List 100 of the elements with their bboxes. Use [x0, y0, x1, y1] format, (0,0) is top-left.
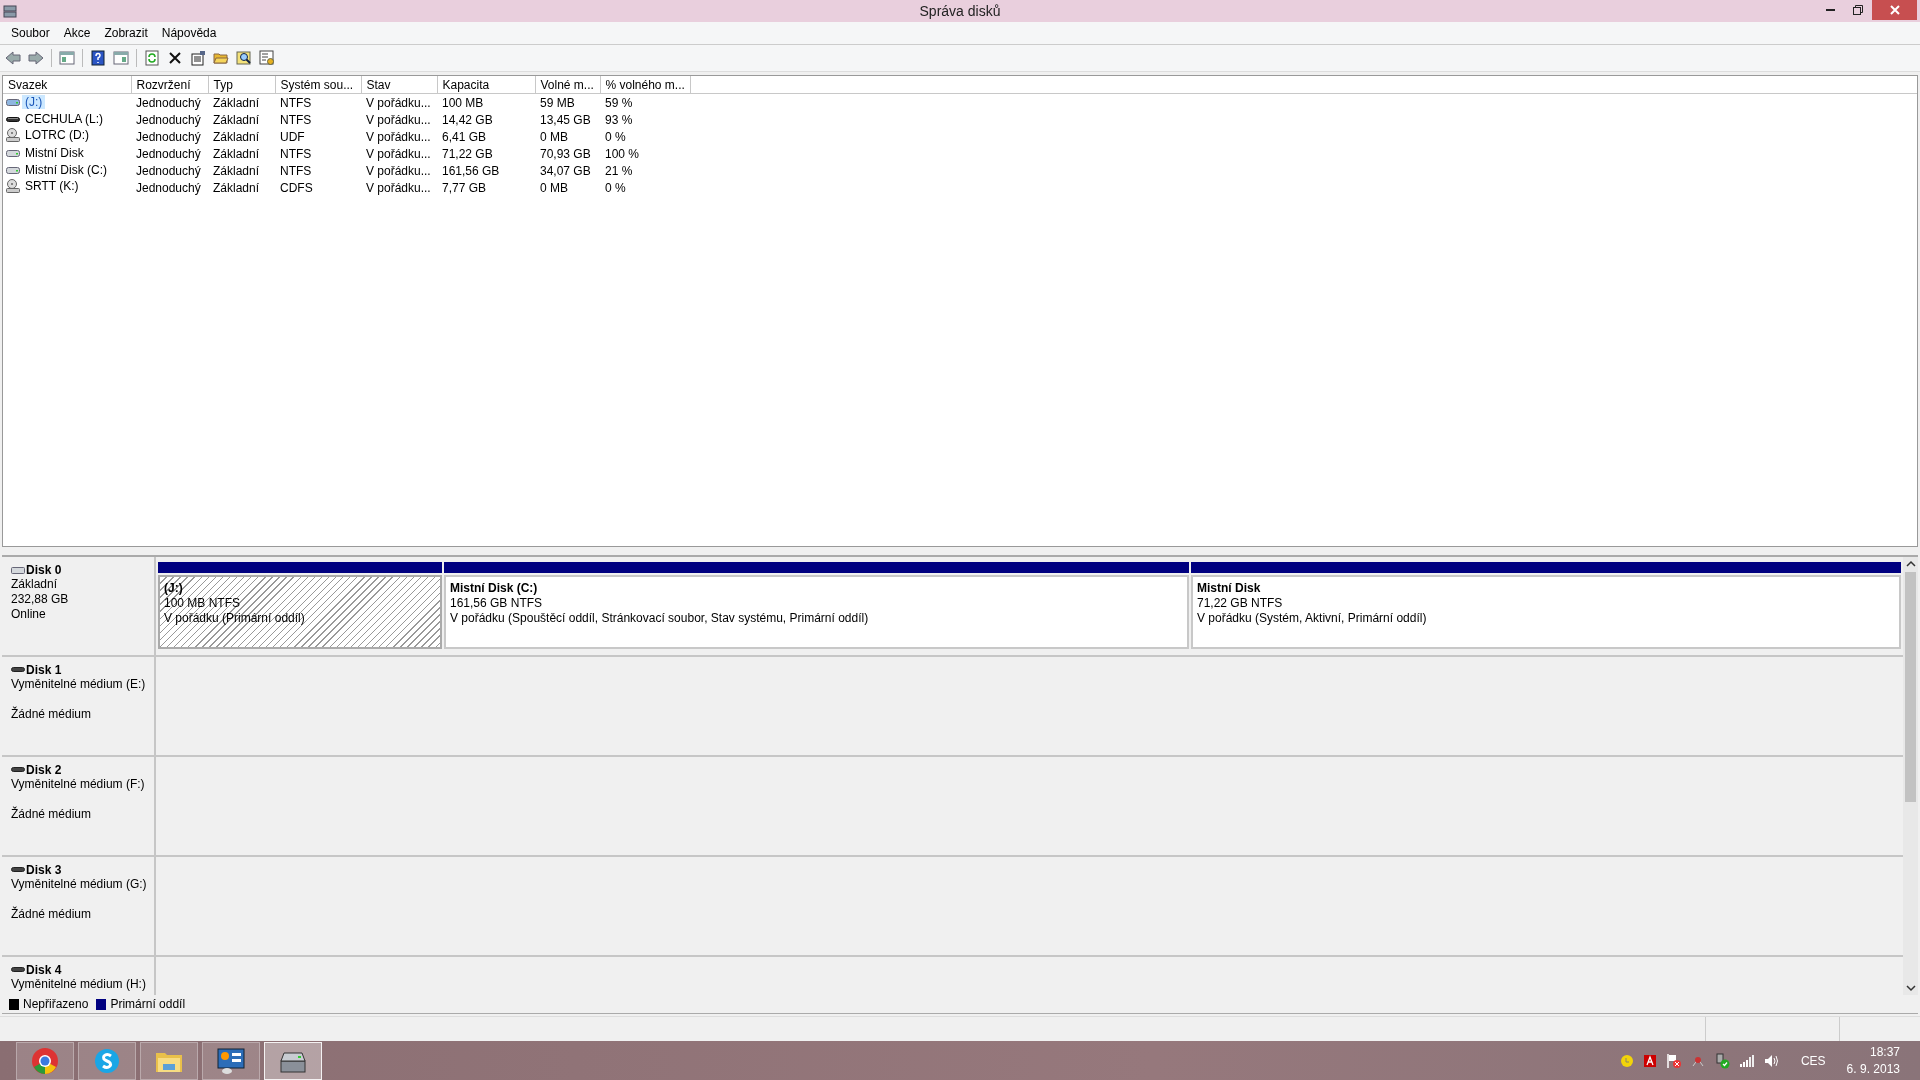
scrollbar[interactable]	[1903, 557, 1918, 995]
table-cell-text: NTFS	[279, 145, 313, 162]
disk-info: Vyměnitelné médium (H:)	[11, 977, 147, 992]
disk-info: Vyměnitelné médium (F:)	[11, 777, 146, 792]
properties-icon[interactable]	[190, 50, 206, 66]
usb-check-icon[interactable]	[1713, 1052, 1730, 1069]
close-button[interactable]	[1872, 0, 1917, 20]
partition-box[interactable]: Mistní Disk (C:) 161,56 GB NTFS V pořádku (Spouštěcí oddíl, Stránkovací soubor, Stav systému, Primární oddíl)	[444, 575, 1189, 649]
table-cell-text: V pořádku...	[365, 145, 432, 162]
table-cell: 100 MB	[437, 93, 535, 111]
clock-time[interactable]: 18:37	[1869, 1043, 1900, 1061]
table-cell-text: Jednoduchý	[135, 111, 202, 128]
menu-item[interactable]: Soubor	[4, 24, 57, 42]
partition-status: V pořádku (Primární oddíl)	[164, 611, 306, 626]
column-header[interactable]: Typ	[208, 76, 275, 94]
taskbar-button[interactable]	[264, 1041, 322, 1080]
column-header[interactable]: % volného m...	[600, 76, 690, 94]
removable-drive-icon	[11, 665, 25, 675]
table-cell-text: 100 %	[604, 145, 641, 162]
pdf-app-icon[interactable]	[1642, 1053, 1657, 1068]
delete-icon[interactable]	[167, 50, 183, 66]
panel-icon[interactable]	[59, 50, 75, 66]
table-cell-text: 14,42 GB	[441, 111, 494, 128]
browser-icon	[31, 1046, 59, 1075]
table-cell-text: Základní	[212, 179, 261, 196]
table-cell: 59 MB	[535, 93, 600, 111]
removable-drive-icon	[11, 765, 25, 775]
volume-name[interactable]: LOTRC (D:)	[22, 128, 92, 142]
partition-name: Mistní Disk (C:)	[450, 581, 539, 596]
disc-drive-icon	[6, 128, 20, 142]
folder-icon[interactable]	[213, 50, 229, 66]
refresh-icon[interactable]	[144, 50, 160, 66]
table-cell-text: NTFS	[279, 162, 313, 179]
column-header[interactable]: Rozvržení	[131, 76, 208, 94]
disk-name: Disk 0	[26, 563, 62, 577]
panel-icon[interactable]	[113, 50, 129, 66]
table-cell-text: Základní	[212, 162, 261, 179]
taskbar-button[interactable]	[202, 1041, 260, 1080]
disk-name: Disk 3	[26, 863, 62, 877]
disk-info: Vyměnitelné médium (G:)	[11, 877, 148, 892]
back-arrow-icon[interactable]	[5, 50, 21, 66]
disk-status: Žádné médium	[11, 907, 93, 922]
window-title: Správa disků	[919, 3, 1001, 19]
taskbar-button[interactable]	[78, 1041, 136, 1080]
table-cell-text: 0 MB	[539, 128, 569, 145]
restore-icon	[1853, 5, 1863, 15]
removable-drive-icon	[11, 865, 25, 875]
disc-drive-icon	[6, 179, 20, 193]
volume-name[interactable]: (J:)	[22, 94, 46, 109]
disk-info: 232,88 GB	[11, 592, 70, 607]
table-cell: Základní	[208, 93, 275, 111]
table-cell-text: NTFS	[279, 111, 313, 128]
menu-item[interactable]: Akce	[56, 24, 98, 42]
table-cell-text: 93 %	[604, 111, 634, 128]
flag-icon[interactable]	[1665, 1052, 1682, 1069]
table-cell-text: 13,45 GB	[539, 111, 592, 128]
table-cell-text: 21 %	[604, 162, 634, 179]
partition-name: Mistní Disk	[1197, 581, 1262, 596]
disk-name: Disk 1	[26, 663, 62, 677]
menu-item[interactable]: Zobrazit	[97, 24, 155, 42]
volume-name[interactable]: CECHULA (L:)	[22, 111, 107, 126]
table-cell: Jednoduchý	[131, 93, 208, 111]
column-header[interactable]: Svazek	[3, 76, 131, 94]
table-cell-text: 6,41 GB	[441, 128, 488, 145]
column-header[interactable]: Kapacita	[437, 76, 535, 94]
table-cell-text: 0 %	[604, 179, 627, 196]
partition-box[interactable]: Mistní Disk 71,22 GB NTFS V pořádku (Systém, Aktivní, Primární oddíl)	[1191, 575, 1901, 649]
scroll-up-icon	[1905, 560, 1916, 568]
column-header[interactable]: Stav	[361, 76, 437, 94]
table-cell: 59 %	[600, 93, 690, 111]
partition-status: V pořádku (Systém, Aktivní, Primární oddíl)	[1197, 611, 1428, 626]
table-cell-text: 161,56 GB	[441, 162, 501, 179]
table-cell-text: Jednoduchý	[135, 145, 202, 162]
signal-icon[interactable]	[1738, 1053, 1755, 1068]
table-cell-text: Jednoduchý	[135, 179, 202, 196]
help-icon[interactable]	[90, 50, 106, 66]
settings-icon[interactable]	[259, 50, 275, 66]
volume-name[interactable]: Mistní Disk	[22, 145, 87, 160]
volume-name[interactable]: SRTT (K:)	[22, 179, 82, 193]
partition-size: 161,56 GB NTFS	[450, 596, 544, 611]
table-cell-text: V pořádku...	[365, 128, 432, 145]
partition-size: 100 MB NTFS	[164, 596, 242, 611]
hard-drive-icon	[11, 565, 25, 575]
magnifier-icon[interactable]	[236, 50, 252, 66]
disk-info: Základní	[11, 577, 59, 592]
table-cell-text: 34,07 GB	[539, 162, 592, 179]
table-cell-text: CDFS	[279, 179, 314, 196]
menu-item[interactable]: Nápověda	[154, 24, 224, 42]
column-header[interactable]: Systém sou...	[275, 76, 361, 94]
clock-date[interactable]: 6. 9. 2013	[1846, 1060, 1900, 1078]
scroll-down-icon	[1905, 984, 1916, 992]
volume-name[interactable]: Mistní Disk (C:)	[22, 162, 110, 177]
chat-app-icon	[93, 1046, 121, 1075]
table-cell-text: V pořádku...	[365, 179, 432, 196]
forward-arrow-icon[interactable]	[28, 50, 44, 66]
language-indicator[interactable]: CES	[1800, 1053, 1826, 1068]
partition-box[interactable]: (J:) 100 MB NTFS V pořádku (Primární oddíl)	[158, 575, 442, 649]
table-cell: V pořádku...	[361, 93, 437, 111]
table-cell-text: Základní	[212, 128, 261, 145]
column-header[interactable]: Volné m...	[535, 76, 600, 94]
